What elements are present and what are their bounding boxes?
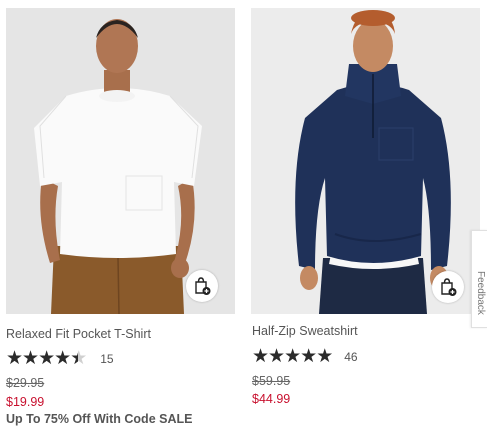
quick-add-button[interactable] xyxy=(186,270,218,302)
star-filled-icon: ★ xyxy=(6,348,23,369)
promo-text: Up To 75% Off With Code SALE xyxy=(6,412,193,426)
product-name[interactable]: Relaxed Fit Pocket T-Shirt xyxy=(6,327,151,341)
star-rating: ★ ★ ★ ★ ★★ xyxy=(6,348,87,369)
shopping-bag-plus-icon xyxy=(441,278,457,296)
product-image[interactable] xyxy=(6,8,235,314)
product-rating: ★ ★ ★ ★ ★ 46 xyxy=(252,347,358,367)
feedback-tab[interactable]: Feedback xyxy=(471,230,487,328)
model-white-tshirt-image xyxy=(6,8,235,314)
product-card-half-zip-sweatshirt[interactable]: Half-Zip Sweatshirt ★ ★ ★ ★ ★ 46 $59.95 … xyxy=(251,0,487,406)
star-filled-icon: ★ xyxy=(22,348,39,369)
star-filled-icon: ★ xyxy=(268,346,285,367)
original-price: $59.95 xyxy=(252,374,291,388)
feedback-label: Feedback xyxy=(475,271,486,315)
star-filled-icon: ★ xyxy=(54,348,71,369)
quick-add-button[interactable] xyxy=(432,271,464,303)
star-filled-icon: ★ xyxy=(38,348,55,369)
product-card-relaxed-fit-pocket-tshirt[interactable]: Relaxed Fit Pocket T-Shirt ★ ★ ★ ★ ★★ 15… xyxy=(6,0,236,426)
star-rating: ★ ★ ★ ★ ★ xyxy=(252,346,333,367)
star-filled-icon: ★ xyxy=(252,346,269,367)
star-filled-icon: ★ xyxy=(284,346,301,367)
model-navy-sweatshirt-image xyxy=(251,8,480,314)
product-name[interactable]: Half-Zip Sweatshirt xyxy=(252,324,358,338)
product-image[interactable] xyxy=(251,8,480,314)
review-count: 15 xyxy=(100,352,114,366)
product-grid: Relaxed Fit Pocket T-Shirt ★ ★ ★ ★ ★★ 15… xyxy=(0,0,487,436)
sale-price: $19.99 xyxy=(6,395,45,409)
star-filled-icon: ★ xyxy=(316,346,333,367)
sale-price: $44.99 xyxy=(252,392,291,406)
star-filled-icon: ★ xyxy=(300,346,317,367)
product-rating: ★ ★ ★ ★ ★★ 15 xyxy=(6,349,114,369)
review-count: 46 xyxy=(344,350,358,364)
star-half-icon: ★★ xyxy=(70,348,87,369)
shopping-bag-plus-icon xyxy=(195,277,211,295)
original-price: $29.95 xyxy=(6,376,45,390)
